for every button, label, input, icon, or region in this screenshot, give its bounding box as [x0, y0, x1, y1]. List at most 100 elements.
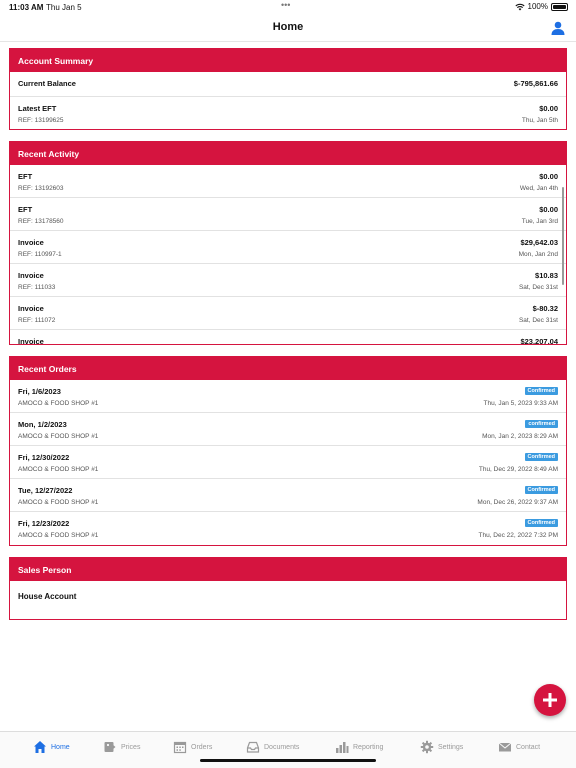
order-date: Fri, 12/23/2022	[18, 519, 70, 528]
order-store: AMOCO & FOOD SHOP #1	[18, 433, 99, 440]
status-date: Thu Jan 5	[46, 3, 82, 12]
latest-eft-value: $0.00	[539, 104, 558, 113]
home-icon	[34, 741, 46, 753]
order-date: Fri, 1/6/2023	[18, 387, 61, 396]
tab-documents[interactable]: Documents	[246, 738, 299, 756]
order-status-badge: Confirmed	[524, 486, 558, 494]
price-tag-icon	[104, 742, 116, 752]
battery-percent: 100%	[527, 2, 548, 11]
navigation-bar: Home	[0, 16, 576, 42]
wifi-icon	[514, 3, 525, 10]
inbox-icon	[246, 741, 260, 753]
activity-date: Mon, Jan 2nd	[518, 251, 558, 258]
order-status-badge: Confirmed	[524, 453, 558, 461]
activity-amount: $-80.32	[532, 304, 558, 313]
recent-orders-header: Recent Orders	[10, 357, 566, 380]
tab-settings[interactable]: Settings	[420, 738, 463, 756]
current-balance-value: $-795,861.66	[513, 79, 558, 88]
order-status-badge: confirmed	[525, 420, 558, 428]
latest-eft-ref: REF: 13199625	[18, 117, 64, 124]
activity-row[interactable]: Invoice $23,207.04	[10, 330, 566, 345]
order-store: AMOCO & FOOD SHOP #1	[18, 532, 99, 539]
current-balance-row[interactable]: Current Balance $-795,861.66	[10, 72, 566, 97]
order-store: AMOCO & FOOD SHOP #1	[18, 466, 99, 473]
activity-row[interactable]: EFT $0.00 REF: 13178560 Tue, Jan 3rd	[10, 198, 566, 231]
order-status-badge: Confirmed	[524, 387, 558, 395]
order-row[interactable]: Fri, 12/30/2022 Confirmed AMOCO & FOOD S…	[10, 446, 566, 479]
multitasking-dots[interactable]: •••	[281, 0, 290, 10]
account-summary-header: Account Summary	[10, 49, 566, 72]
activity-type: Invoice	[18, 337, 44, 345]
activity-type: Invoice	[18, 271, 44, 280]
sales-person-row[interactable]: House Account	[10, 581, 566, 619]
gear-icon	[420, 740, 434, 754]
battery-icon	[551, 2, 568, 11]
tab-bar: Home Prices Orders Documents Reporting S…	[0, 731, 576, 768]
order-date: Tue, 12/27/2022	[18, 486, 73, 495]
activity-ref: REF: 110997-1	[18, 251, 62, 258]
activity-amount: $29,642.03	[520, 238, 558, 247]
calendar-icon	[173, 741, 187, 754]
recent-orders-card: Recent Orders Fri, 1/6/2023 Confirmed AM…	[9, 356, 567, 546]
latest-eft-date: Thu, Jan 5th	[521, 117, 558, 124]
recent-activity-list[interactable]: EFT $0.00 REF: 13192603 Wed, Jan 4th EFT…	[10, 165, 566, 345]
status-time: 11:03 AM	[9, 3, 44, 12]
account-summary-card: Account Summary Current Balance $-795,86…	[9, 48, 567, 130]
sales-person-card: Sales Person House Account	[9, 557, 567, 620]
activity-amount: $10.83	[535, 271, 558, 280]
tab-label: Contact	[516, 743, 541, 751]
order-timestamp: Thu, Jan 5, 2023 9:33 AM	[483, 400, 558, 407]
activity-date: Sat, Dec 31st	[518, 317, 558, 324]
envelope-icon	[498, 742, 512, 752]
tab-label: Orders	[191, 743, 213, 751]
bar-chart-icon	[336, 742, 349, 753]
recent-activity-card: Recent Activity EFT $0.00 REF: 13192603 …	[9, 141, 567, 345]
order-date: Fri, 12/30/2022	[18, 453, 70, 462]
tab-label: Prices	[121, 743, 141, 751]
current-balance-label: Current Balance	[18, 79, 76, 88]
add-button[interactable]	[534, 684, 566, 716]
recent-activity-header: Recent Activity	[10, 142, 566, 165]
order-timestamp: Mon, Jan 2, 2023 8:29 AM	[482, 433, 558, 440]
activity-amount: $23,207.04	[520, 337, 558, 345]
order-row[interactable]: Fri, 1/6/2023 Confirmed AMOCO & FOOD SHO…	[10, 380, 566, 413]
activity-row[interactable]: Invoice $-80.32 REF: 111072 Sat, Dec 31s…	[10, 297, 566, 330]
home-indicator[interactable]	[200, 759, 376, 762]
plus-icon	[543, 693, 557, 707]
order-row[interactable]: Mon, 1/2/2023 confirmed AMOCO & FOOD SHO…	[10, 413, 566, 446]
activity-row[interactable]: Invoice $10.83 REF: 111033 Sat, Dec 31st	[10, 264, 566, 297]
tab-orders[interactable]: Orders	[173, 738, 212, 756]
activity-ref: REF: 111072	[18, 317, 56, 324]
scrollbar-thumb[interactable]	[562, 187, 564, 285]
order-row[interactable]: Fri, 12/23/2022 Confirmed AMOCO & FOOD S…	[10, 512, 566, 545]
order-date: Mon, 1/2/2023	[18, 420, 67, 429]
activity-type: Invoice	[18, 304, 44, 313]
activity-ref: REF: 111033	[18, 284, 56, 291]
activity-date: Sat, Dec 31st	[518, 284, 558, 291]
activity-type: EFT	[18, 172, 33, 181]
activity-ref: REF: 13192603	[18, 185, 64, 192]
page-title: Home	[272, 21, 304, 33]
tab-label: Settings	[438, 743, 464, 751]
activity-date: Tue, Jan 3rd	[521, 218, 558, 225]
status-indicators: 100%	[514, 2, 568, 11]
sales-person-header: Sales Person	[10, 558, 566, 581]
tab-label: Home	[51, 743, 70, 751]
order-row[interactable]: Tue, 12/27/2022 Confirmed AMOCO & FOOD S…	[10, 479, 566, 512]
tab-prices[interactable]: Prices	[103, 738, 140, 756]
tab-label: Documents	[264, 743, 300, 751]
status-bar: 11:03 AM Thu Jan 5 ••• 100%	[0, 0, 576, 16]
order-timestamp: Mon, Dec 26, 2022 9:37 AM	[477, 499, 558, 506]
activity-row[interactable]: Invoice $29,642.03 REF: 110997-1 Mon, Ja…	[10, 231, 566, 264]
activity-row[interactable]: EFT $0.00 REF: 13192603 Wed, Jan 4th	[10, 165, 566, 198]
activity-amount: $0.00	[539, 205, 558, 214]
order-store: AMOCO & FOOD SHOP #1	[18, 400, 99, 407]
sales-person-name: House Account	[18, 592, 77, 601]
latest-eft-row[interactable]: Latest EFT $0.00 REF: 13199625 Thu, Jan …	[10, 97, 566, 129]
order-store: AMOCO & FOOD SHOP #1	[18, 499, 99, 506]
tab-home[interactable]: Home	[33, 738, 70, 756]
profile-icon[interactable]	[550, 20, 566, 36]
tab-reporting[interactable]: Reporting	[335, 738, 383, 756]
activity-type: Invoice	[18, 238, 44, 247]
tab-contact[interactable]: Contact	[498, 738, 540, 756]
